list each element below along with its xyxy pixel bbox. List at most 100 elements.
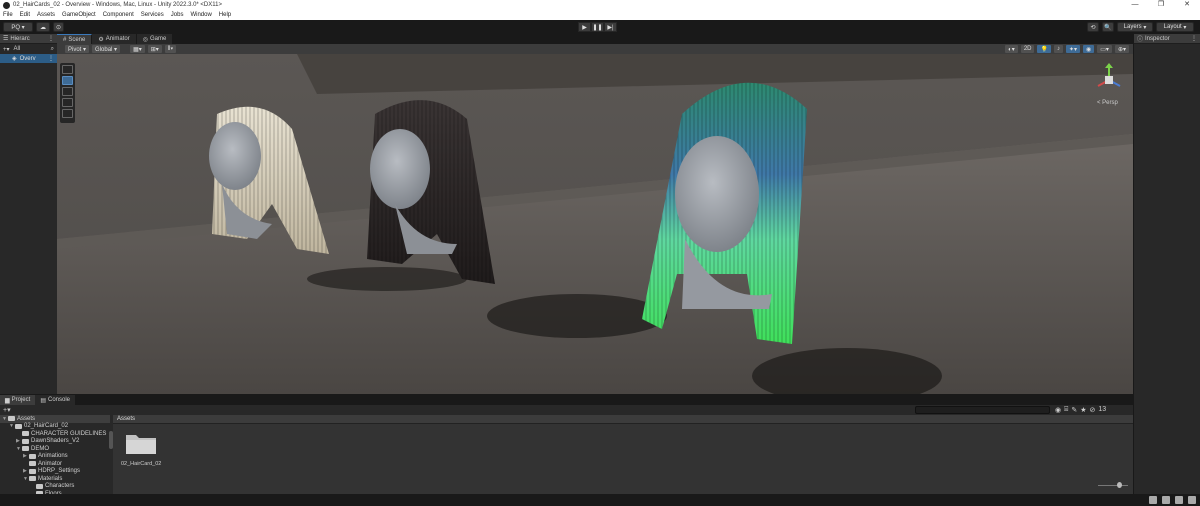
gamepad-icon: ◎ [142,36,149,43]
tree-item-assets[interactable]: ▼ Assets [0,415,110,423]
hidden-objects-icon[interactable]: ◉ [1083,45,1095,53]
menu-help[interactable]: Help [219,12,231,18]
tab-hierarchy[interactable]: ☰ Hierarc ⋮ [0,34,57,44]
tab-console[interactable]: ▤ Console [35,395,75,405]
hand-tool-icon[interactable] [62,65,73,74]
label-filter-icon[interactable]: ⌸ [1064,406,1068,414]
hierarchy-add-button[interactable]: +▾ [3,46,10,53]
tree-item-animator[interactable]: Animator [0,460,110,468]
cloud-icon[interactable]: ☁ [36,22,50,32]
game-tab-label: Game [150,36,167,42]
tree-item-hdrp-settings[interactable]: ▶ HDRP_Settings [0,468,110,476]
tree-item-materials[interactable]: ▼ Materials [0,475,110,483]
tree-item-animations[interactable]: ▶ Animations [0,453,110,461]
tree-label: Animations [38,453,68,460]
tree-item-character-guidelines[interactable]: CHARACTER GUIDELINES [0,430,110,438]
search-icon[interactable]: 🔍 [1102,22,1114,32]
star-filter-icon[interactable]: ★ [1080,406,1086,414]
asset-count: 13 [1098,406,1107,413]
hierarchy-search-icon[interactable]: ⌕ [51,46,54,53]
layers-dropdown[interactable]: Layers ▾ [1117,22,1153,32]
build-icon[interactable] [1149,496,1157,504]
assets-breadcrumb[interactable]: Assets [113,415,1133,424]
menu-gameobject[interactable]: GameObject [62,12,96,18]
project-filter-icons: ◉ ⌸ ✎ ★ ⊘ 13 [1055,406,1106,414]
menu-services[interactable]: Services [141,12,164,18]
info-icon: ⓘ [1137,37,1144,43]
menu-window[interactable]: Window [190,12,211,18]
gizmos-icon[interactable]: ⊕▾ [1114,45,1129,53]
hierarchy-filter[interactable]: All [14,46,21,52]
history-icon[interactable]: ⟲ [1087,22,1099,32]
notification-icon[interactable] [1188,496,1196,504]
maximize-button[interactable]: ❐ [1148,0,1174,10]
rect-tool-icon[interactable] [62,109,73,118]
pause-button[interactable]: ❚❚ [591,22,604,32]
menu-assets[interactable]: Assets [37,12,55,18]
menu-edit[interactable]: Edit [20,12,30,18]
menu-jobs[interactable]: Jobs [171,12,184,18]
tag-filter-icon[interactable]: ✎ [1071,406,1077,414]
tree-item-haircard[interactable]: ▼ 02_HairCard_02 [0,423,110,431]
lock-icon[interactable]: ⋮ [48,35,54,42]
rotate-tool-icon[interactable] [62,87,73,96]
lighting-icon[interactable]: 💡 [1037,45,1051,53]
tree-label: Animator [38,460,63,467]
audio-icon[interactable]: ♪ [1053,45,1063,53]
type-filter-icon[interactable]: ◉ [1055,406,1061,414]
global-dropdown[interactable]: Global ▾ [92,45,121,53]
tree-item-dawnshaders[interactable]: ▶ DawnShaders_V2 [0,438,110,446]
menu-file[interactable]: File [3,12,13,18]
project-search-input[interactable] [915,406,1050,414]
playback-controls: ▶ ❚❚ ▶| [578,22,617,32]
perspective-label[interactable]: < Persp [1097,100,1118,106]
folder-icon [29,476,36,482]
menu-component[interactable]: Component [103,12,134,18]
snap-increment-icon[interactable]: ⊞▾ [147,45,162,53]
hierarchy-item-overview[interactable]: ◈ Overv ⋮ [0,54,57,63]
visibility-icon[interactable]: ⊘ [1089,406,1095,414]
more-icon[interactable]: ⋮ [48,55,54,62]
scale-tool-icon[interactable] [62,98,73,107]
tab-project[interactable]: ▆ Project [0,395,36,405]
scene-viewport[interactable] [57,54,1133,394]
draw-mode-icon[interactable]: ◐▾ [1005,45,1018,53]
step-button[interactable]: ▶| [604,22,617,32]
effects-icon[interactable]: ✦▾ [1065,45,1081,53]
tree-item-characters[interactable]: Characters [0,483,110,491]
tab-animator[interactable]: ⚙ Animator [92,34,137,44]
camera-icon[interactable]: ▭▾ [1097,45,1112,53]
move-tool-icon[interactable] [62,76,73,85]
2d-toggle[interactable]: 2D [1020,45,1035,53]
tool-palette [60,63,75,123]
folder-icon [22,431,29,437]
account-button[interactable]: PQ ▾ [3,22,33,32]
tab-scene[interactable]: # Scene [57,34,93,44]
tab-game[interactable]: ◎ Game [136,34,174,44]
hierarchy-item-label: Overv [19,55,36,62]
orientation-gizmo[interactable] [1092,62,1126,98]
status-bar [0,494,1200,506]
layout-dropdown[interactable]: Layout ▾ [1156,22,1194,32]
sync-icon[interactable] [1175,496,1183,504]
close-button[interactable]: ✕ [1174,0,1200,10]
tab-inspector[interactable]: ⓘ Inspector ⋮ [1134,34,1200,44]
view-options-icon[interactable]: ⫴▾ [164,45,177,53]
project-tree: ▼ Assets ▼ 02_HairCard_02 CHARACTER GUID… [0,415,110,497]
tree-item-demo[interactable]: ▼ DEMO [0,445,110,453]
play-button[interactable]: ▶ [578,22,591,32]
scene-render [57,54,1133,394]
zoom-slider-track[interactable] [1098,485,1128,486]
minimize-button[interactable]: — [1122,0,1148,10]
grid-snap-icon[interactable]: ▦▾ [130,45,145,53]
project-add-button[interactable]: +▾ [3,406,11,414]
asset-item-label[interactable]: 02_HairCard_02 [121,461,161,467]
inspector-menu-icon[interactable]: ⋮ [1191,35,1197,42]
zoom-slider-handle[interactable] [1117,482,1122,488]
folder-icon[interactable] [125,431,157,455]
collab-icon[interactable]: ⊙ [53,22,64,32]
bug-icon[interactable] [1162,496,1170,504]
main-toolbar: PQ ▾ ☁ ⊙ ▶ ❚❚ ▶| ⟲ 🔍 Layers ▾ Layout ▾ [0,20,1200,34]
pivot-dropdown[interactable]: Pivot ▾ [65,45,90,53]
scene-tab-icon: # [63,36,67,43]
